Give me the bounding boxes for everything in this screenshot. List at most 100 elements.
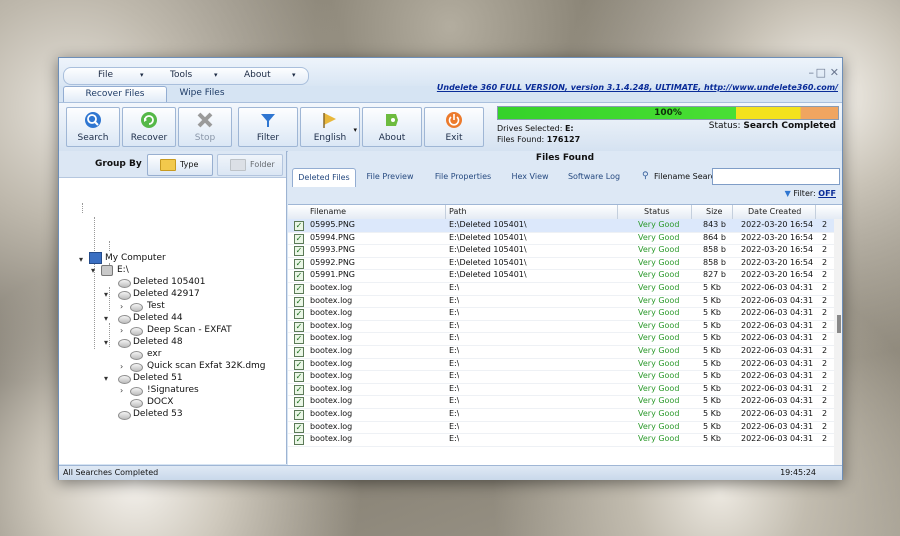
table-row[interactable]: ✓ bootex.log E:\ Very Good 5 Kb 2022-06-03 04… [288,370,842,384]
tab-file-properties[interactable]: File Properties [428,168,498,186]
row-checkbox[interactable]: ✓ [294,284,304,294]
table-row[interactable]: ✓ 05994.PNG E:\Deleted 105401\ Very Good 864… [288,232,842,246]
row-checkbox[interactable]: ✓ [294,246,304,257]
expand-icon[interactable]: ▾ [104,374,108,383]
table-row[interactable]: ✓ bootex.log E:\ Very Good 5 Kb 2022-06-03 04… [288,282,842,296]
row-checkbox[interactable]: ✓ [294,435,304,446]
collapse-icon[interactable]: › [120,326,123,335]
table-row[interactable]: ✓ bootex.log E:\ Very Good 5 Kb 2022-06-03 04… [288,320,842,334]
row-checkbox[interactable]: ✓ [294,221,304,231]
tree-item-deleted-51[interactable]: Deleted 51 [133,373,183,383]
tree-item-deleted-53[interactable]: Deleted 53 [133,409,183,419]
tree-item-test[interactable]: Test [147,301,165,311]
collapse-icon[interactable]: › [120,386,123,395]
tab-hex-view[interactable]: Hex View [504,168,556,186]
filename-search-input[interactable] [712,168,840,185]
maximize-icon[interactable]: □ [816,66,826,79]
column-date-created[interactable]: Date Created [748,207,801,216]
tree-item-my-computer[interactable]: My Computer [105,253,166,263]
close-icon[interactable]: ✕ [830,66,839,79]
row-checkbox[interactable]: ✓ [294,296,304,307]
menu-tools[interactable]: Tools [170,70,192,80]
tree-item-signatures[interactable]: !Signatures [147,385,199,395]
row-checkbox[interactable]: ✓ [294,410,304,420]
row-checkbox[interactable]: ✓ [294,334,304,345]
tree-item-exr[interactable]: exr [147,349,161,359]
table-row[interactable]: ✓ 05993.PNG E:\Deleted 105401\ Very Good 858… [288,244,842,258]
row-checkbox[interactable]: ✓ [294,359,304,370]
row-checkbox[interactable]: ✓ [294,384,304,395]
tree-item-deleted-42917[interactable]: Deleted 42917 [133,289,200,299]
filter-toggle[interactable]: OFF [818,189,836,198]
row-checkbox[interactable]: ✓ [294,347,304,357]
group-type-button[interactable]: Type [147,154,213,176]
column-status[interactable]: Status [644,207,670,216]
row-checkbox[interactable]: ✓ [294,321,304,332]
exit-button[interactable]: Exit [424,107,484,147]
tab-deleted-files[interactable]: Deleted Files [292,168,356,187]
tree-item-deleted-48[interactable]: Deleted 48 [133,337,183,347]
about-button[interactable]: About [362,107,422,147]
minimize-icon[interactable]: – [809,66,815,79]
tab-recover-files[interactable]: Recover Files [63,86,167,102]
group-folder-button[interactable]: Folder [217,154,283,176]
tree-item-quick-scan[interactable]: Quick scan Exfat 32K.dmg [147,361,266,371]
tree-item-drive[interactable]: E:\ [117,265,129,275]
cell-path: E:\Deleted 105401\ [449,257,527,267]
table-row[interactable]: ✓ bootex.log E:\ Very Good 5 Kb 2022-06-03 04… [288,358,842,372]
table-row[interactable]: ✓ bootex.log E:\ Very Good 5 Kb 2022-06-03 04… [288,383,842,397]
cell-path: E:\Deleted 105401\ [449,232,527,242]
table-row[interactable]: ✓ bootex.log E:\ Very Good 5 Kb 2022-06-03 04… [288,307,842,321]
cell-extra: 2 [822,220,828,229]
tab-file-preview[interactable]: File Preview [360,168,420,186]
table-row[interactable]: ✓ bootex.log E:\ Very Good 5 Kb 2022-06-03 04… [288,408,842,422]
column-path[interactable]: Path [449,207,467,216]
row-checkbox[interactable]: ✓ [294,309,304,320]
table-row[interactable]: ✓ bootex.log E:\ Very Good 5 Kb 2022-06-03 04… [288,433,842,447]
files-table: Filename Path Status Size Date Created ✓… [288,204,842,465]
expand-icon[interactable]: ▾ [104,338,108,347]
recover-button[interactable]: Recover [122,107,176,147]
table-row[interactable]: ✓ 05995.PNG E:\Deleted 105401\ Very Good 843… [288,219,842,233]
expand-icon[interactable]: ▾ [104,290,108,299]
search-button[interactable]: Search [66,107,120,147]
expand-icon[interactable]: ▾ [104,314,108,323]
files-panel: Files Found Deleted Files File Preview F… [288,151,842,465]
tab-software-log[interactable]: Software Log [562,168,626,186]
column-filename[interactable]: Filename [310,207,346,216]
language-button[interactable]: English ▾ [300,107,360,147]
tree-item-deleted-105401[interactable]: Deleted 105401 [133,277,206,287]
column-size[interactable]: Size [706,207,722,216]
expand-icon[interactable]: ▾ [91,266,95,275]
expand-icon[interactable]: ▾ [79,255,83,264]
table-row[interactable]: ✓ 05992.PNG E:\Deleted 105401\ Very Good 858… [288,257,842,271]
row-checkbox[interactable]: ✓ [294,233,304,244]
cell-status: Very Good [638,396,680,406]
table-row[interactable]: ✓ bootex.log E:\ Very Good 5 Kb 2022-06-03 04… [288,345,842,359]
stop-button[interactable]: Stop [178,107,232,147]
version-link[interactable]: Undelete 360 FULL VERSION, version 3.1.4… [437,83,838,92]
tree-item-docx[interactable]: DOCX [147,397,173,407]
tree-item-deep-scan[interactable]: Deep Scan - EXFAT [147,325,232,335]
table-row[interactable]: ✓ bootex.log E:\ Very Good 5 Kb 2022-06-03 04… [288,421,842,435]
table-row[interactable]: ✓ bootex.log E:\ Very Good 5 Kb 2022-06-03 04… [288,332,842,346]
row-checkbox[interactable]: ✓ [294,422,304,433]
tab-wipe-files[interactable]: Wipe Files [169,86,235,101]
cell-size: 864 b [703,232,726,242]
tree-item-deleted-44[interactable]: Deleted 44 [133,313,183,323]
row-checkbox[interactable]: ✓ [294,258,304,269]
collapse-icon[interactable]: › [120,362,123,371]
collapse-icon[interactable]: › [120,302,123,311]
table-row[interactable]: ✓ 05991.PNG E:\Deleted 105401\ Very Good 827… [288,269,842,283]
folder-icon [160,159,176,171]
row-checkbox[interactable]: ✓ [294,372,304,383]
vertical-scrollbar[interactable] [834,219,842,465]
menu-about[interactable]: About [244,70,271,80]
table-row[interactable]: ✓ bootex.log E:\ Very Good 5 Kb 2022-06-03 04… [288,295,842,309]
menu-file[interactable]: File [98,70,113,80]
scrollbar-thumb[interactable] [837,315,841,333]
row-checkbox[interactable]: ✓ [294,397,304,408]
filter-button[interactable]: Filter [238,107,298,147]
row-checkbox[interactable]: ✓ [294,271,304,282]
table-row[interactable]: ✓ bootex.log E:\ Very Good 5 Kb 2022-06-03 04… [288,395,842,409]
